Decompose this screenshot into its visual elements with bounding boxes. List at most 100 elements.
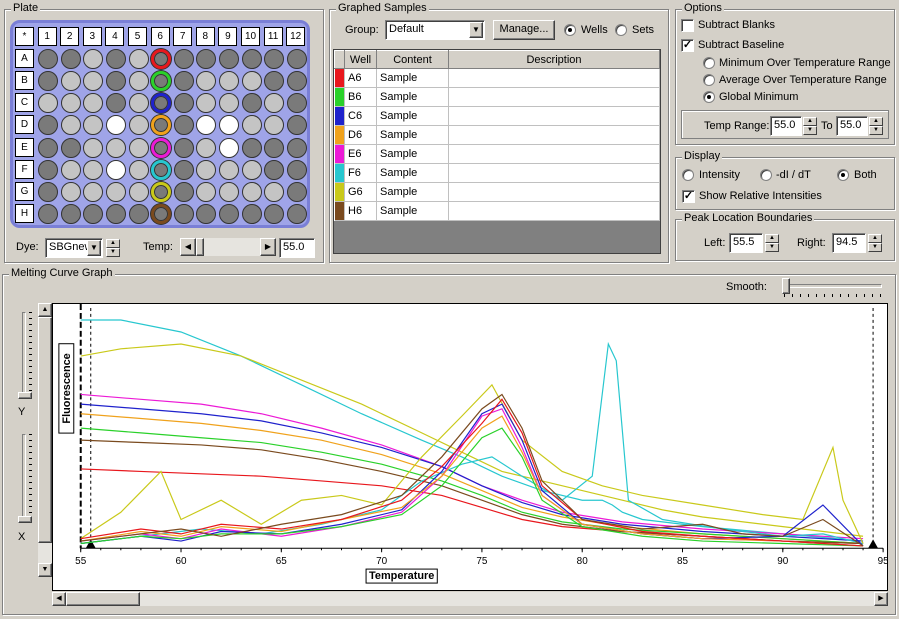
plate-well[interactable]	[60, 137, 81, 158]
plate-well[interactable]	[264, 137, 285, 158]
plate-well[interactable]	[286, 93, 307, 114]
peak-left-field[interactable]: 55.5	[729, 233, 763, 253]
peak-right-spinner[interactable]: ▲ ▼	[868, 234, 882, 252]
plate-well[interactable]	[173, 203, 194, 224]
plate-column-header[interactable]: 6	[150, 27, 170, 46]
plate-well[interactable]	[173, 181, 194, 202]
group-select[interactable]: Default ▼	[385, 20, 485, 40]
plate-well[interactable]	[218, 159, 239, 180]
plate-well[interactable]	[128, 71, 149, 92]
scroll-vertical-thumb[interactable]	[38, 317, 52, 543]
relative-intensities-checkbox[interactable]: ✓	[682, 190, 695, 203]
sets-label[interactable]: Sets	[632, 24, 654, 36]
avg-range-label[interactable]: Average Over Temperature Range	[719, 74, 887, 86]
chevron-down-icon[interactable]: ▼	[868, 243, 882, 252]
smooth-slider[interactable]	[780, 278, 884, 298]
plate-column-header[interactable]: 12	[286, 27, 306, 46]
plate-well[interactable]	[105, 137, 126, 158]
plate-well[interactable]	[196, 159, 217, 180]
derivative-radio[interactable]	[760, 169, 772, 181]
both-radio[interactable]	[837, 169, 849, 181]
wells-radio[interactable]	[564, 24, 576, 36]
y-slider[interactable]	[18, 310, 34, 400]
plate-well[interactable]	[38, 203, 59, 224]
plate-well[interactable]	[264, 181, 285, 202]
plate-well[interactable]	[286, 115, 307, 136]
chevron-down-icon[interactable]: ▼	[106, 248, 120, 257]
scroll-horizontal-thumb[interactable]	[66, 592, 140, 606]
plate-well[interactable]	[83, 181, 104, 202]
plate-column-header[interactable]: 5	[128, 27, 147, 46]
plate-well[interactable]	[128, 203, 149, 224]
peak-right-field[interactable]: 94.5	[832, 233, 866, 253]
plate-well[interactable]	[241, 93, 262, 114]
table-row[interactable]: C6 Sample	[334, 106, 660, 126]
subtract-baseline-checkbox[interactable]: ✓	[681, 39, 694, 52]
derivative-label[interactable]: -dI / dT	[776, 169, 811, 181]
plate-well[interactable]	[241, 203, 262, 224]
temp-slider-thumb[interactable]	[196, 238, 204, 256]
relative-intensities-label[interactable]: Show Relative Intensities	[699, 190, 822, 202]
chevron-down-icon[interactable]: ▼	[803, 126, 817, 135]
plate-row-header[interactable]: A	[15, 49, 34, 69]
scroll-left-button[interactable]: ◀	[52, 592, 66, 606]
peak-left-spinner[interactable]: ▲ ▼	[765, 234, 779, 252]
plate-well[interactable]	[173, 115, 194, 136]
intensity-label[interactable]: Intensity	[699, 169, 740, 181]
plate-well[interactable]	[218, 203, 239, 224]
plate-well[interactable]	[105, 159, 126, 180]
plate-well[interactable]	[105, 181, 126, 202]
chevron-up-icon[interactable]: ▲	[868, 234, 882, 243]
plate-row-header[interactable]: G	[15, 181, 34, 201]
plate-well[interactable]	[286, 49, 307, 70]
plate-well[interactable]	[241, 137, 262, 158]
chevron-up-icon[interactable]: ▲	[765, 234, 779, 243]
plate-well[interactable]	[60, 49, 81, 70]
chevron-down-icon[interactable]: ▼	[765, 243, 779, 252]
plate-well[interactable]	[128, 137, 149, 158]
plate-well[interactable]	[60, 181, 81, 202]
graph-vertical-scrollbar[interactable]: ▲ ▼	[38, 303, 52, 577]
plate-column-header[interactable]: 4	[105, 27, 125, 46]
plate-column-header[interactable]: 9	[218, 27, 238, 46]
plate-column-header[interactable]: 7	[173, 27, 193, 46]
plate-well[interactable]	[286, 137, 307, 158]
plate-well[interactable]	[128, 115, 149, 136]
plate-well[interactable]	[83, 203, 104, 224]
temp-slider-right-button[interactable]: ▶	[260, 238, 276, 256]
plate-well[interactable]	[173, 93, 194, 114]
table-row[interactable]: G6 Sample	[334, 182, 660, 202]
plate-column-header[interactable]: 2	[60, 27, 80, 46]
plate-well[interactable]	[218, 137, 239, 158]
plate-well[interactable]	[83, 159, 104, 180]
plate-well[interactable]	[128, 93, 149, 114]
plate-well[interactable]	[105, 49, 126, 70]
temp-range-from-field[interactable]: 55.0	[770, 116, 802, 136]
temp-range-from-spinner[interactable]: ▲ ▼	[803, 117, 817, 135]
temp-range-to-spinner[interactable]: ▲ ▼	[869, 117, 883, 135]
scroll-down-button[interactable]: ▼	[38, 563, 52, 577]
plate-well[interactable]	[264, 159, 285, 180]
subtract-baseline-label[interactable]: Subtract Baseline	[698, 39, 784, 51]
scroll-right-button[interactable]: ▶	[874, 592, 888, 606]
plate-well[interactable]	[60, 71, 81, 92]
chevron-up-icon[interactable]: ▲	[803, 117, 817, 126]
plate-well[interactable]	[173, 159, 194, 180]
plate-well[interactable]	[286, 71, 307, 92]
plate-column-header[interactable]: 1	[37, 27, 57, 46]
chevron-up-icon[interactable]: ▲	[869, 117, 883, 126]
plate-well[interactable]	[286, 181, 307, 202]
plate-well[interactable]	[241, 159, 262, 180]
well-column-header[interactable]: Well	[344, 50, 377, 69]
plate-well[interactable]	[105, 71, 126, 92]
y-slider-thumb[interactable]	[18, 392, 32, 399]
chevron-down-icon[interactable]: ▼	[869, 126, 883, 135]
dye-select[interactable]: SBGnew ▼	[45, 238, 103, 258]
plate-row-header[interactable]: E	[15, 137, 34, 157]
subtract-blanks-checkbox[interactable]	[681, 19, 694, 32]
both-label[interactable]: Both	[854, 169, 877, 181]
group-dropdown-button[interactable]: ▼	[469, 22, 483, 38]
plate-well[interactable]	[60, 203, 81, 224]
plate-column-header[interactable]: 10	[241, 27, 260, 46]
temp-slider[interactable]: ◀ ▶	[180, 238, 276, 256]
